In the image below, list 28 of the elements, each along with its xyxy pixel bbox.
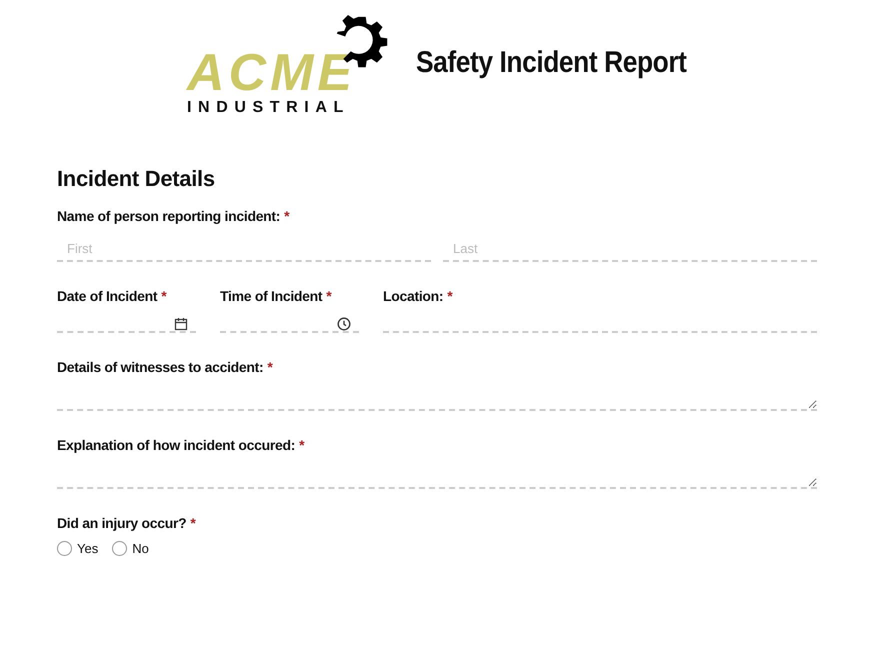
- radio-button[interactable]: [112, 541, 128, 556]
- required-mark: *: [284, 208, 290, 224]
- field-label: Details of witnesses to accident:: [57, 359, 264, 375]
- input-field[interactable]: First: [57, 236, 431, 262]
- field-label: Name of person reporting incident:: [57, 208, 280, 224]
- clock-icon[interactable]: [337, 316, 351, 330]
- field-label: Date of Incident: [57, 288, 158, 304]
- required-mark: *: [447, 288, 452, 304]
- field-label: Time of Incident: [220, 288, 322, 304]
- required-mark: *: [267, 359, 273, 375]
- field-label: Location:: [383, 288, 444, 304]
- field-label: Did an injury occur?: [57, 515, 186, 531]
- calendar-icon[interactable]: [174, 316, 188, 330]
- option-label[interactable]: No: [132, 541, 149, 556]
- required-mark: *: [299, 437, 304, 453]
- logo-subtitle: INDUSTRIAL: [187, 99, 351, 117]
- option-label[interactable]: Yes: [77, 541, 98, 556]
- field-label: Explanation of how incident occured:: [57, 437, 296, 453]
- input-field[interactable]: [57, 316, 196, 333]
- logo-wordmark: ACME: [187, 49, 356, 97]
- required-mark: *: [161, 288, 166, 304]
- page-title: Safety Incident Report: [416, 46, 687, 80]
- section-heading: Incident Details: [57, 166, 216, 192]
- required-mark: *: [190, 515, 196, 531]
- radio-button[interactable]: [57, 541, 72, 556]
- required-mark: *: [326, 288, 332, 304]
- input-field[interactable]: [220, 316, 359, 333]
- input-field[interactable]: Last: [443, 236, 817, 262]
